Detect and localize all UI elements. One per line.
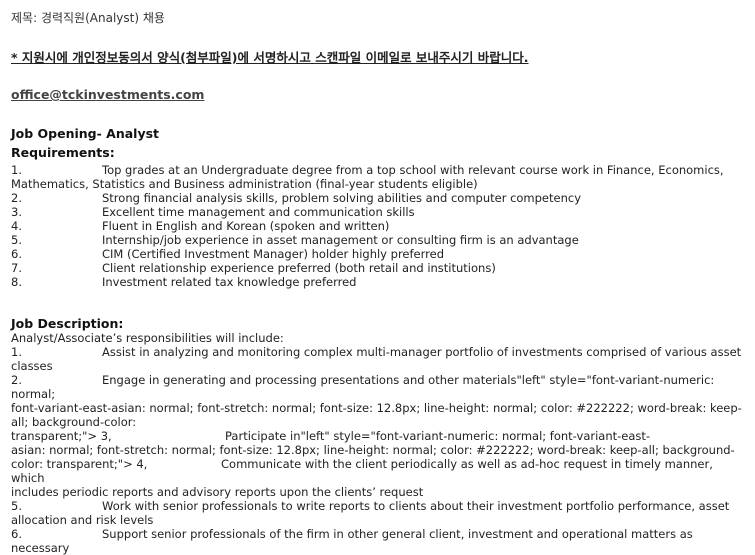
item-text: Engage in generating and processing pres… (11, 373, 715, 401)
item-number: 8. (11, 275, 22, 289)
item-number: 1. (11, 345, 22, 359)
list-item: 2. Engage in generating and processing pr… (11, 373, 746, 401)
item-text: CIM (Certified Investment Manager) holde… (102, 247, 444, 261)
list-item: 4. Fluent in English and Korean (spoken a… (11, 219, 746, 233)
contact-email-link[interactable]: office@tckinvestments.com (11, 87, 204, 102)
item-text: Mathematics, Statistics and Business adm… (11, 177, 478, 191)
description-list: 1. Assist in analyzing and monitoring com… (11, 345, 746, 555)
item-text: Excellent time management and communicat… (102, 205, 415, 219)
item-number: 2. (11, 373, 22, 387)
item-text: Support senior professionals of the firm… (11, 527, 693, 555)
job-description-heading: Job Description: (11, 316, 124, 331)
list-item: 6. CIM (Certified Investment Manager) hol… (11, 247, 746, 261)
list-item: 8. Investment related tax knowledge prefe… (11, 275, 746, 289)
item-text: Work with senior professionals to write … (102, 499, 730, 513)
item-text: Fluent in English and Korean (spoken and… (102, 219, 390, 233)
item-number: 3. (11, 205, 22, 219)
email-subject: 제목: 경력직원(Analyst) 채용 (11, 11, 165, 25)
list-item-continuation: classes (11, 359, 53, 373)
item-text: Investment related tax knowledge preferr… (102, 275, 357, 289)
job-opening-title: Job Opening- Analyst (11, 126, 160, 141)
item-text: Internship/job experience in asset manag… (102, 233, 579, 247)
item-text: color: transparent;"> 4, (11, 457, 148, 471)
list-item: 5. Internship/job experience in asset man… (11, 233, 746, 247)
item-text: Client relationship experience preferred… (102, 261, 496, 275)
item-number: 5. (11, 233, 22, 247)
list-item: 1. Assist in analyzing and monitoring com… (11, 345, 746, 359)
item-number: 6. (11, 247, 22, 261)
consent-notice: * 지원시에 개인정보동의서 양식(첨부파일)에 서명하시고 스캔파일 이메일로… (11, 50, 529, 65)
list-item-continuation: asian: normal; font-stretch: normal; fon… (11, 443, 735, 457)
list-item-continuation: Mathematics, Statistics and Business adm… (11, 177, 746, 191)
email-body: 제목: 경력직원(Analyst) 채용 * 지원시에 개인정보동의서 양식(첨… (0, 0, 755, 555)
item-number: 4. (11, 219, 22, 233)
item-number: 1. (11, 163, 22, 177)
list-item-continuation: allocation and risk levels (11, 513, 154, 527)
item-number: 6. (11, 527, 22, 541)
item-text: Assist in analyzing and monitoring compl… (102, 345, 742, 359)
item-number: 5. (11, 499, 22, 513)
job-description-intro: Analyst/Associate’s responsibilities wil… (11, 331, 284, 345)
list-item-continuation: font-variant-east-asian: normal; font-st… (11, 401, 742, 415)
list-item-continuation: color: transparent;"> 4, Communicate with… (11, 457, 746, 485)
list-item: 5. Work with senior professionals to writ… (11, 499, 746, 513)
list-item: 2. Strong financial analysis skills, prob… (11, 191, 746, 205)
item-text: Strong financial analysis skills, proble… (102, 191, 582, 205)
list-item: 3. Excellent time management and communic… (11, 205, 746, 219)
item-number: 2. (11, 191, 22, 205)
requirements-list: 1. Top grades at an Undergraduate degree … (11, 163, 746, 289)
item-text: Top grades at an Undergraduate degree fr… (102, 163, 724, 177)
list-item: 1. Top grades at an Undergraduate degree … (11, 163, 746, 177)
requirements-heading: Requirements: (11, 145, 115, 160)
list-item: 7. Client relationship experience preferr… (11, 261, 746, 275)
list-item: 6. Support senior professionals of the fi… (11, 527, 746, 555)
item-text: all; background-color: transparent;"> 3, (11, 415, 137, 443)
item-number: 7. (11, 261, 22, 275)
list-item-continuation: all; background-color: transparent;"> 3,… (11, 415, 746, 443)
item-text: Participate in"left" style="font-variant… (225, 429, 651, 443)
list-item-continuation: includes periodic reports and advisory r… (11, 485, 424, 499)
